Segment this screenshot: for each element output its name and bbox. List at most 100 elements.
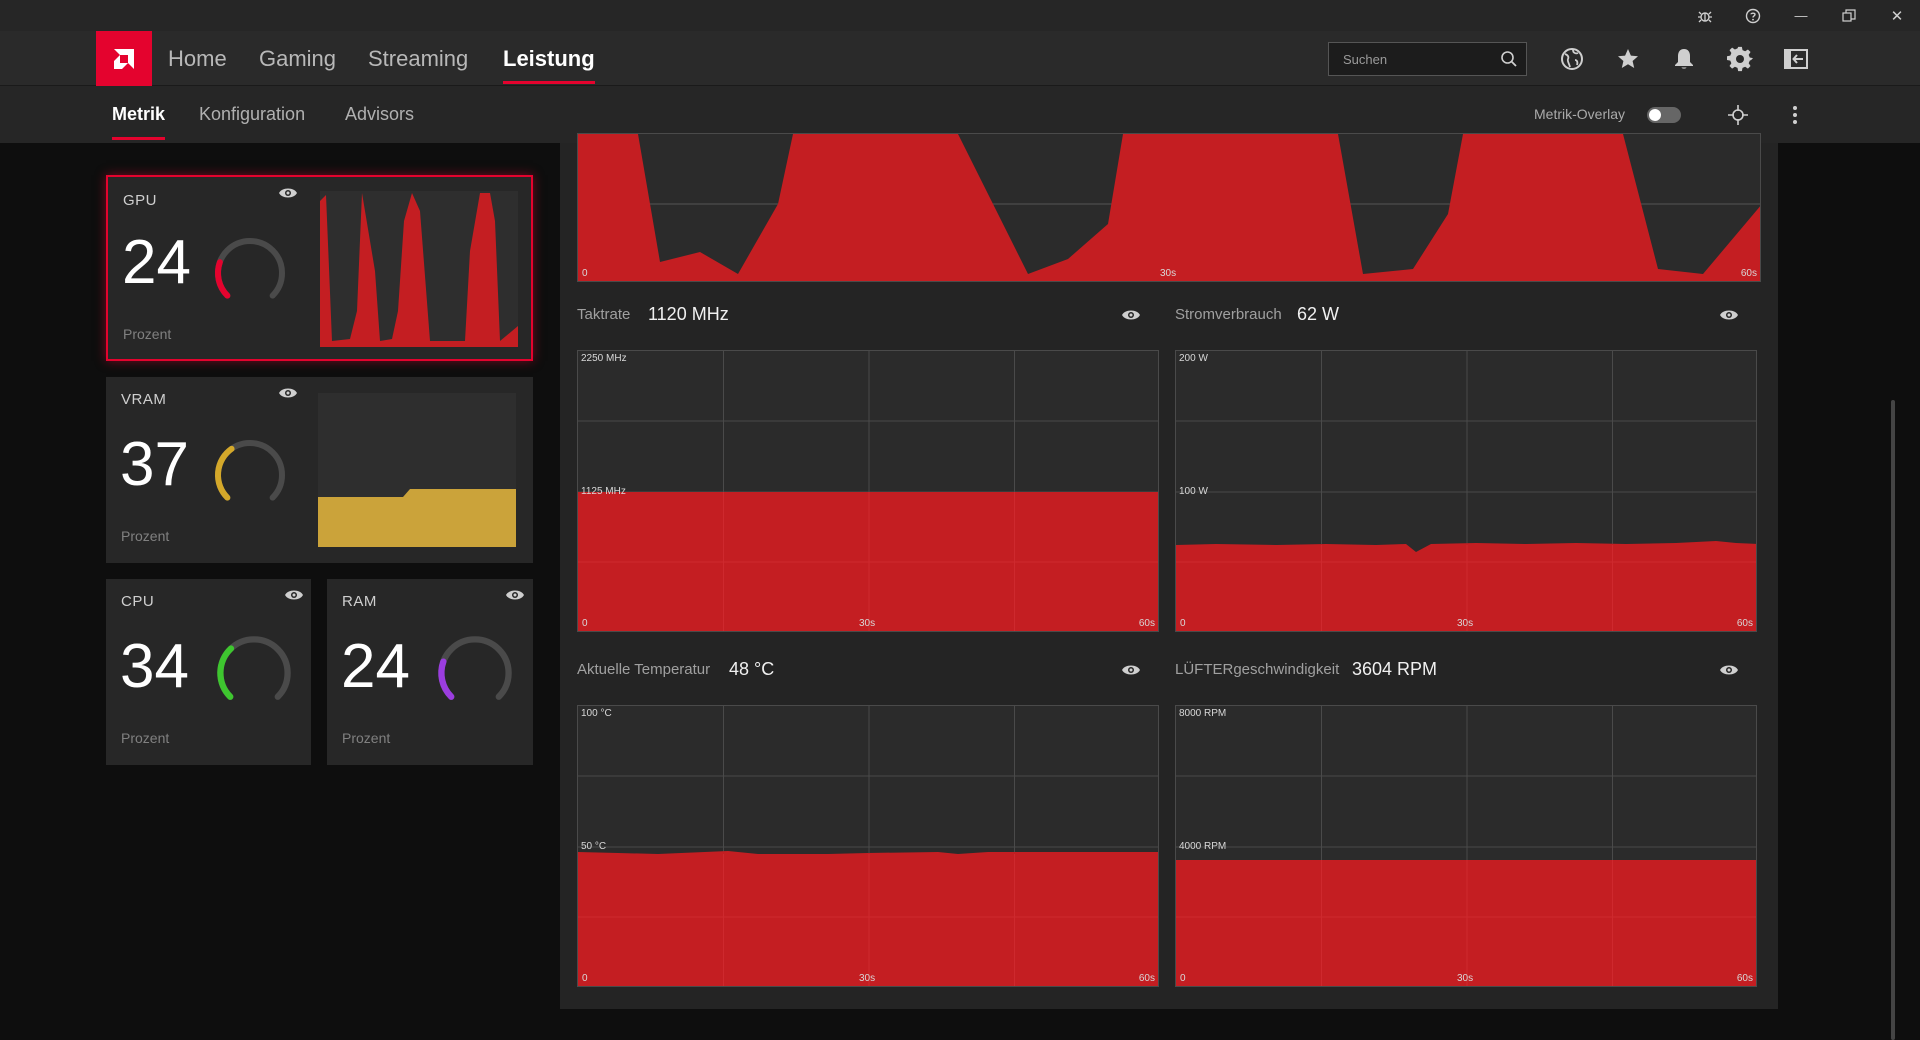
clock-graph: 2250 MHz 1125 MHz 0 30s 60s xyxy=(577,350,1159,632)
card-unit: Prozent xyxy=(342,730,391,746)
eye-icon[interactable] xyxy=(278,186,298,200)
amd-logo[interactable] xyxy=(96,31,152,86)
x-axis-start: 0 xyxy=(582,973,588,984)
vram-value: 37 xyxy=(120,430,189,499)
temperature-value: 48 °C xyxy=(729,659,775,679)
tab-streaming[interactable]: Streaming xyxy=(368,31,468,86)
clock-label: Taktrate xyxy=(577,306,631,323)
fan-speed-value: 3604 RPM xyxy=(1352,659,1438,679)
minimize-icon: — xyxy=(1794,8,1808,23)
close-button[interactable]: ✕ xyxy=(1874,0,1920,31)
gauge-track xyxy=(438,636,512,700)
x-axis-mid: 30s xyxy=(1457,973,1474,984)
x-axis-start: 0 xyxy=(1180,973,1186,984)
sidebar-toggle-icon[interactable] xyxy=(1781,44,1811,74)
vram-gauge xyxy=(215,440,285,501)
metrics-panel: 0 30s 60s Taktrate 1120 MHz 2250 MHz 112… xyxy=(560,133,1778,1009)
x-axis-end: 60s xyxy=(1740,268,1757,279)
cpu-value: 34 xyxy=(120,632,189,701)
search-icon[interactable] xyxy=(1500,50,1518,68)
ram-card[interactable]: RAM 24 Prozent xyxy=(327,579,533,765)
y-axis-max: 2250 MHz xyxy=(581,353,627,364)
gpu-utilization-graph: 0 30s 60s xyxy=(577,133,1761,282)
bell-icon[interactable] xyxy=(1669,44,1699,74)
gpu-card[interactable]: GPU 24 Prozent xyxy=(106,175,533,361)
restore-icon xyxy=(1842,8,1856,22)
tab-leistung[interactable]: Leistung xyxy=(503,31,595,86)
power-value: 62 W xyxy=(1297,304,1340,324)
x-axis-end: 60s xyxy=(1736,618,1753,629)
tab-home[interactable]: Home xyxy=(168,31,227,86)
card-unit: Prozent xyxy=(121,730,170,746)
card-unit: Prozent xyxy=(121,528,170,544)
x-axis-mid: 30s xyxy=(1457,618,1474,629)
minimize-button[interactable]: — xyxy=(1778,0,1824,31)
metric-overlay-toggle[interactable] xyxy=(1647,107,1681,123)
card-title: VRAM xyxy=(121,391,167,408)
restore-button[interactable] xyxy=(1826,0,1872,31)
x-axis-mid: 30s xyxy=(859,973,876,984)
y-axis-mid: 4000 RPM xyxy=(1179,841,1227,852)
cpu-card[interactable]: CPU 34 Prozent xyxy=(106,579,311,765)
x-axis-end: 60s xyxy=(1138,618,1155,629)
gauge-track xyxy=(215,238,285,299)
x-axis-start: 0 xyxy=(1180,618,1186,629)
y-axis-max: 8000 RPM xyxy=(1179,708,1227,719)
y-axis-mid: 50 °C xyxy=(581,841,607,852)
gauge-fill xyxy=(215,259,231,299)
x-axis-mid: 30s xyxy=(1160,268,1177,279)
temperature-label: Aktuelle Temperatur xyxy=(577,661,711,678)
scrollbar[interactable] xyxy=(1891,400,1895,1040)
y-axis-max: 200 W xyxy=(1179,353,1208,364)
search-input[interactable] xyxy=(1329,43,1489,75)
card-unit: Prozent xyxy=(123,326,172,342)
gauge-fill xyxy=(438,658,455,700)
star-icon[interactable] xyxy=(1613,44,1643,74)
eye-icon[interactable] xyxy=(1121,663,1141,677)
eye-icon[interactable] xyxy=(1719,308,1739,322)
card-title: GPU xyxy=(123,192,158,209)
tab-konfiguration[interactable]: Konfiguration xyxy=(199,86,305,143)
gpu-sparkline xyxy=(320,191,518,347)
tab-metrik[interactable]: Metrik xyxy=(112,86,166,143)
tab-gaming[interactable]: Gaming xyxy=(259,31,336,86)
x-axis-start: 0 xyxy=(582,618,588,629)
ram-gauge xyxy=(438,636,512,700)
gauge-fill xyxy=(217,645,235,700)
vram-sparkline xyxy=(318,393,516,547)
eye-icon[interactable] xyxy=(1719,663,1739,677)
toggle-knob xyxy=(1649,109,1661,121)
fan-speed-graph: 8000 RPM 4000 RPM 0 30s 60s xyxy=(1175,705,1757,987)
y-axis-mid: 100 W xyxy=(1179,486,1208,497)
eye-icon[interactable] xyxy=(278,386,298,400)
fan-speed-label: LÜFTERgeschwindigkeit xyxy=(1175,661,1340,678)
globe-icon[interactable] xyxy=(1557,44,1587,74)
x-axis-end: 60s xyxy=(1138,973,1155,984)
crosshair-icon[interactable] xyxy=(1727,104,1749,131)
y-axis-max: 100 °C xyxy=(581,708,612,719)
eye-icon[interactable] xyxy=(284,588,304,602)
ram-value: 24 xyxy=(341,632,410,701)
x-axis-start: 0 xyxy=(582,268,588,279)
cpu-gauge xyxy=(217,636,291,700)
main-navigation: Home Gaming Streaming Leistung xyxy=(0,31,1920,86)
title-bar: — ✕ xyxy=(0,0,1920,31)
vram-card[interactable]: VRAM 37 Prozent xyxy=(106,377,533,563)
tab-advisors[interactable]: Advisors xyxy=(345,86,414,143)
gear-icon[interactable] xyxy=(1725,44,1755,74)
help-icon[interactable] xyxy=(1730,0,1776,31)
gpu-value: 24 xyxy=(122,228,191,297)
power-graph: 200 W 100 W 0 30s 60s xyxy=(1175,350,1757,632)
x-axis-mid: 30s xyxy=(859,618,876,629)
gauge-fill xyxy=(215,445,235,501)
temperature-graph: 100 °C 50 °C 0 30s 60s xyxy=(577,705,1159,987)
power-label: Stromverbrauch xyxy=(1175,306,1282,323)
eye-icon[interactable] xyxy=(1121,308,1141,322)
more-options-icon[interactable] xyxy=(1792,105,1798,130)
card-title: RAM xyxy=(342,593,377,610)
amd-logo-icon xyxy=(114,48,134,69)
eye-icon[interactable] xyxy=(505,588,525,602)
bug-report-icon[interactable] xyxy=(1682,0,1728,31)
gpu-gauge xyxy=(215,238,285,299)
close-icon: ✕ xyxy=(1890,7,1904,25)
